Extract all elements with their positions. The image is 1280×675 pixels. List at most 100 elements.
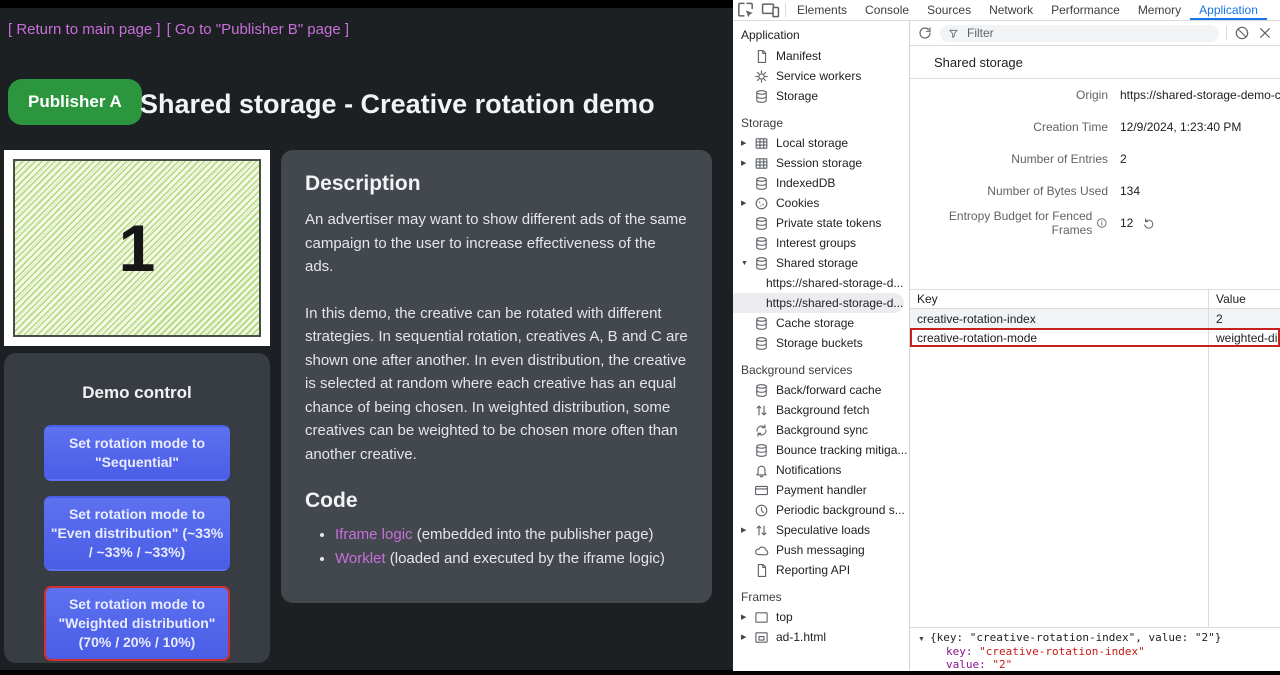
- code-list-item: Iframe logic (embedded into the publishe…: [335, 523, 688, 547]
- preview-summary: {key: "creative-rotation-index", value: …: [930, 631, 1221, 644]
- description-heading: Description: [305, 172, 688, 196]
- sidebar-item-storage-buckets[interactable]: Storage buckets: [733, 333, 909, 353]
- tree-collapsed-icon[interactable]: ▶: [741, 526, 754, 534]
- sidebar-item-shared-storage[interactable]: ▼Shared storage: [733, 253, 909, 273]
- tree-expanded-icon[interactable]: ▼: [741, 260, 754, 267]
- tree-collapsed-icon[interactable]: ▶: [741, 159, 754, 167]
- demo-control-heading: Demo control: [4, 383, 270, 403]
- sidebar-item-background-sync[interactable]: Background sync: [733, 420, 909, 440]
- devtools-tab-console[interactable]: Console: [856, 0, 918, 20]
- preview-property: key: "creative-rotation-index": [910, 645, 1280, 659]
- sidebar-item-ad-1-html[interactable]: ▶ad-1.html: [733, 627, 909, 647]
- sidebar-item-push-messaging[interactable]: Push messaging: [733, 540, 909, 560]
- file-icon: [754, 563, 769, 578]
- sidebar-item-service-workers[interactable]: Service workers: [733, 66, 909, 86]
- devtools-tab-network[interactable]: Network: [980, 0, 1042, 20]
- sidebar-item-manifest[interactable]: Manifest: [733, 46, 909, 66]
- table-row-creative-rotation-mode[interactable]: creative-rotation-modeweighted-distribut…: [910, 328, 1280, 347]
- reset-budget-icon[interactable]: [1142, 217, 1155, 230]
- tabbar-divider: [785, 3, 786, 17]
- metadata-value: 2: [1120, 152, 1127, 166]
- nav-link-go-to-publisher-b-page[interactable]: [ Go to "Publisher B" page ]: [167, 21, 349, 38]
- sidebar-item-storage[interactable]: Storage: [733, 86, 909, 106]
- tree-collapsed-icon[interactable]: ▶: [741, 199, 754, 207]
- sync-icon: [754, 423, 769, 438]
- file-icon: [754, 49, 769, 64]
- sidebar-item-periodic-background-s[interactable]: Periodic background s...: [733, 500, 909, 520]
- sidebar-item-https-shared-storage-d[interactable]: https://shared-storage-d...: [733, 273, 909, 293]
- devtools-tab-performance[interactable]: Performance: [1042, 0, 1129, 20]
- column-divider: [1208, 347, 1209, 627]
- metadata-value: 12: [1120, 216, 1155, 230]
- sidebar-item-label: Cookies: [776, 196, 819, 210]
- description-paragraph: In this demo, the creative can be rotate…: [305, 302, 688, 467]
- sidebar-item-https-shared-storage-d[interactable]: https://shared-storage-d...: [733, 293, 904, 313]
- expand-triangle-icon[interactable]: ▼: [918, 633, 930, 647]
- sidebar-item-payment-handler[interactable]: Payment handler: [733, 480, 909, 500]
- clear-all-icon[interactable]: [1234, 25, 1250, 41]
- tree-collapsed-icon[interactable]: ▶: [741, 613, 754, 621]
- page-title: Shared storage - Creative rotation demo: [140, 89, 655, 120]
- key-cell: creative-rotation-mode: [910, 328, 1209, 347]
- tree-collapsed-icon[interactable]: ▶: [741, 139, 754, 147]
- db-icon: [754, 383, 769, 398]
- metadata-row-creation-time: Creation Time12/9/2024, 1:23:40 PM: [910, 111, 1280, 143]
- cookie-icon: [754, 196, 769, 211]
- value-column-header[interactable]: Value: [1209, 290, 1280, 308]
- refresh-icon[interactable]: [917, 25, 933, 41]
- devices-icon[interactable]: [758, 0, 783, 20]
- sidebar-item-interest-groups[interactable]: Interest groups: [733, 233, 909, 253]
- rotation-mode-button-weighted-distribution[interactable]: Set rotation mode to "Weighted distribut…: [44, 586, 230, 661]
- sidebar-item-label: Private state tokens: [776, 216, 881, 230]
- sidebar-item-local-storage[interactable]: ▶ Local storage: [733, 133, 909, 153]
- code-link-iframe-logic[interactable]: Iframe logic: [335, 526, 413, 543]
- metadata-label: Entropy Budget for Fenced Frames: [910, 209, 1108, 237]
- sidebar-item-back-forward-cache[interactable]: Back/forward cache: [733, 380, 909, 400]
- key-column-header[interactable]: Key: [910, 290, 1209, 308]
- demo-buttons: Set rotation mode to "Sequential" Set rot…: [4, 425, 270, 661]
- devtools-tab-elements[interactable]: Elements: [788, 0, 856, 20]
- sidebar-item-background-fetch[interactable]: Background fetch: [733, 400, 909, 420]
- code-link-worklet[interactable]: Worklet: [335, 550, 386, 567]
- sidebar-item-indexeddb[interactable]: IndexedDB: [733, 173, 909, 193]
- sidebar-item-notifications[interactable]: Notifications: [733, 460, 909, 480]
- shared-storage-panel: Shared storage Originhttps://shared-stor…: [910, 21, 1280, 671]
- sidebar-item-label: Service workers: [776, 69, 861, 83]
- sidebar-item-private-state-tokens[interactable]: Private state tokens: [733, 213, 909, 233]
- sidebar-item-label: Local storage: [776, 136, 848, 150]
- tree-collapsed-icon[interactable]: ▶: [741, 633, 754, 641]
- sidebar-section-frames: Frames: [733, 588, 909, 607]
- metadata-value: https://shared-storage-demo-co: [1120, 88, 1280, 102]
- devtools-tab-application[interactable]: Application: [1190, 0, 1267, 20]
- devtools-tab-sources[interactable]: Sources: [918, 0, 980, 20]
- devtools-tab-memory[interactable]: Memory: [1129, 0, 1190, 20]
- info-icon[interactable]: [1096, 217, 1108, 229]
- description-panel: Description An advertiser may want to sh…: [281, 150, 712, 603]
- sidebar-item-bounce-tracking-mitiga[interactable]: Bounce tracking mitiga...: [733, 440, 909, 460]
- inspect-icon[interactable]: [733, 0, 758, 20]
- rotation-mode-button-even-distribution[interactable]: Set rotation mode to "Even distribution"…: [44, 496, 230, 571]
- sidebar-item-speculative-loads[interactable]: ▶ Speculative loads: [733, 520, 909, 540]
- nav-link-return-to-main-page[interactable]: [ Return to main page ]: [8, 21, 161, 38]
- updown-icon: [754, 403, 769, 418]
- sidebar-item-reporting-api[interactable]: Reporting API: [733, 560, 909, 580]
- filter-box: [940, 25, 1219, 42]
- rotation-mode-button-sequential[interactable]: Set rotation mode to "Sequential": [44, 425, 230, 481]
- table-row-creative-rotation-index[interactable]: creative-rotation-index2: [910, 309, 1280, 328]
- sidebar-item-session-storage[interactable]: ▶Session storage: [733, 153, 909, 173]
- sidebar-item-top[interactable]: ▶ top: [733, 607, 909, 627]
- sidebar-item-label: Speculative loads: [776, 523, 870, 537]
- gear-icon: [754, 69, 769, 84]
- code-heading: Code: [305, 489, 688, 513]
- sidebar-item-label: Periodic background s...: [776, 503, 905, 517]
- ad-creative-iframe[interactable]: 1: [4, 150, 270, 346]
- delete-selected-icon[interactable]: [1257, 25, 1273, 41]
- sidebar-item-label: top: [776, 610, 793, 624]
- sidebar-item-cache-storage[interactable]: Cache storage: [733, 313, 909, 333]
- db-icon: [754, 336, 769, 351]
- sidebar-item-cookies[interactable]: ▶ Cookies: [733, 193, 909, 213]
- sidebar-item-label: Manifest: [776, 49, 821, 63]
- db-icon: [754, 256, 769, 271]
- filter-input[interactable]: [965, 25, 1211, 41]
- sidebar-item-label: Push messaging: [776, 543, 865, 557]
